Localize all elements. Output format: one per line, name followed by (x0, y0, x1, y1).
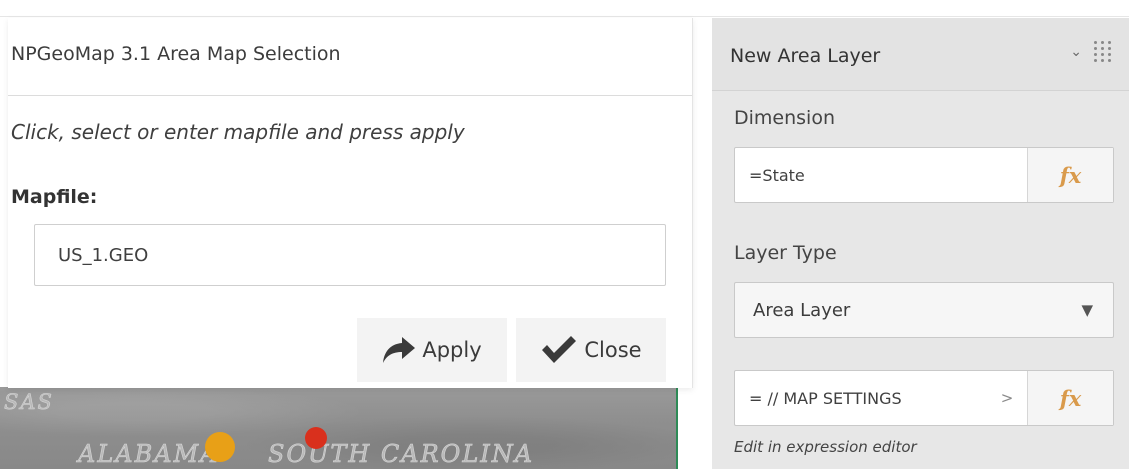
dialog-title: NPGeoMap 3.1 Area Map Selection (8, 18, 692, 96)
close-label: Close (584, 338, 642, 362)
map-label-sas: SAS (4, 390, 54, 415)
map-settings-input[interactable] (735, 371, 987, 425)
mapfile-label: Mapfile: (11, 186, 98, 208)
share-arrow-icon (382, 335, 416, 365)
map-marker-orange[interactable] (205, 432, 235, 462)
dialog-instruction: Click, select or enter mapfile and press… (11, 120, 465, 144)
map-label-alabama: ALABAMA (78, 440, 220, 469)
map-visible-strip[interactable]: SAS ALABAMA SOUTH CAROLINA (0, 387, 678, 469)
dropdown-arrow-icon: ▼ (1081, 301, 1093, 319)
map-settings-field: > fx (734, 370, 1114, 426)
settings-fx-button[interactable]: fx (1027, 371, 1113, 425)
area-map-selection-dialog: NPGeoMap 3.1 Area Map Selection Click, s… (8, 18, 693, 388)
expression-editor-hint: Edit in expression editor (734, 438, 917, 456)
map-marker-red[interactable] (305, 427, 327, 449)
layer-title: New Area Layer (730, 45, 881, 67)
close-button[interactable]: Close (516, 318, 666, 382)
apply-label: Apply (422, 338, 482, 362)
layer-type-value: Area Layer (753, 299, 851, 321)
mapfile-input[interactable] (34, 224, 666, 286)
dimension-label: Dimension (734, 107, 835, 129)
chevron-down-icon[interactable]: ⌄ (1070, 44, 1082, 60)
layer-type-label: Layer Type (734, 242, 837, 264)
dimension-field: fx (734, 147, 1114, 203)
top-divider (0, 16, 1129, 17)
header-icons: ⌄ (1070, 41, 1112, 63)
map-selection-border (676, 387, 678, 469)
layer-header[interactable]: New Area Layer ⌄ (712, 18, 1129, 91)
dimension-input[interactable] (735, 148, 1027, 202)
properties-panel: New Area Layer ⌄ Dimension fx Layer Type… (712, 18, 1129, 469)
drag-grid-icon[interactable] (1094, 41, 1112, 63)
checkmark-icon (540, 335, 578, 365)
layer-type-select[interactable]: Area Layer ▼ (734, 282, 1114, 338)
apply-button[interactable]: Apply (357, 318, 507, 382)
expand-more-icon[interactable]: > (987, 371, 1027, 425)
dimension-fx-button[interactable]: fx (1027, 148, 1113, 202)
